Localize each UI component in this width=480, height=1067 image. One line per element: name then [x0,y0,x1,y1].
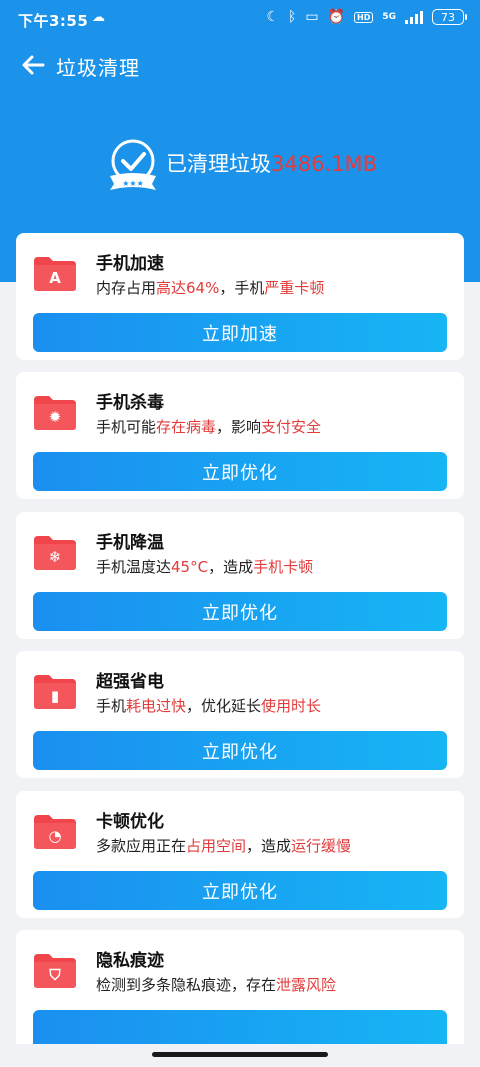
clean-summary-text: 已清理垃圾3486.1MB [166,148,377,178]
action-button[interactable]: 立即优化 [33,452,447,491]
card-title: 手机降温 [96,533,164,553]
check-badge-icon: ★★★ [106,136,160,192]
signal-icon [405,10,423,24]
action-button[interactable]: 立即加速 [33,313,447,352]
description-text: 手机可能 [96,418,157,436]
home-indicator[interactable] [152,1052,328,1057]
battery-folder-icon: ▮ [32,671,78,711]
feature-card: ❄ 手机降温手机温度达45°C，造成手机卡顿立即优化 [16,512,464,639]
card-description: 手机可能存在病毒，影响支付安全 [96,416,321,437]
description-text: ，造成 [246,837,292,855]
status-time: 下午3:55 [18,12,89,30]
svg-text:◔: ◔ [48,827,61,845]
action-button[interactable]: 立即优化 [33,871,447,910]
card-description: 手机耗电过快，优化延长使用时长 [96,695,321,716]
svg-text:❄: ❄ [49,548,62,566]
highlight-text: 占用空间 [186,837,247,855]
svg-text:▮: ▮ [51,687,59,705]
svg-text:★★★: ★★★ [122,179,144,188]
highlight-text: 耗电过快 [126,697,187,715]
highlight-text: 严重卡顿 [264,279,325,297]
feature-card: ▮ 超强省电手机耗电过快，优化延长使用时长立即优化 [16,651,464,778]
card-description: 多款应用正在占用空间，造成运行缓慢 [96,835,351,856]
snowflake-folder-icon: ❄ [32,532,78,572]
speedometer-folder-icon: ◔ [32,811,78,851]
description-text: 检测到多条隐私痕迹，存在 [96,976,277,994]
svg-text:✹: ✹ [49,408,62,426]
alarm-icon: ⏰ [327,9,345,25]
cloud-icon: ☁ [92,10,105,25]
feature-card: A 手机加速内存占用高达64%，手机严重卡顿立即加速 [16,233,464,360]
feature-card: ✹ 手机杀毒手机可能存在病毒，影响支付安全立即优化 [16,372,464,499]
highlight-text: 运行缓慢 [291,837,352,855]
battery-level: 73 [441,10,455,24]
battery-icon: 73 [432,9,467,25]
clean-summary-label: 已清理垃圾 [166,152,271,176]
card-title: 手机杀毒 [96,393,164,413]
svg-text:A: A [49,269,61,287]
card-description: 内存占用高达64%，手机严重卡顿 [96,277,324,298]
highlight-text: 使用时长 [261,697,322,715]
vibrate-icon: ▭ [305,9,319,25]
description-text: ，优化延长 [186,697,262,715]
card-title: 隐私痕迹 [96,951,164,971]
description-text: ，影响 [216,418,262,436]
highlight-text: 高达64% [156,279,220,297]
description-text: 手机 [96,697,127,715]
action-button[interactable]: 立即优化 [33,592,447,631]
highlight-text: 存在病毒 [156,418,217,436]
svg-text:⛉: ⛉ [48,966,61,984]
back-arrow-icon[interactable] [18,50,48,80]
bluetooth-icon: ᛒ [287,9,297,25]
highlight-text: 支付安全 [261,418,322,436]
highlight-text: 手机卡顿 [253,558,314,576]
hd-badge: HD [354,11,374,23]
description-text: 多款应用正在 [96,837,187,855]
highlight-text: 泄露风险 [276,976,337,994]
status-bar: 下午3:55 ☁ ☾ ᛒ ▭ ⏰ HD 5G 73 [0,0,480,38]
moon-icon: ☾ [266,9,279,25]
card-title: 手机加速 [96,254,164,274]
description-text: ，造成 [208,558,254,576]
action-button[interactable]: 立即优化 [33,731,447,770]
card-title: 卡顿优化 [96,812,164,832]
virus-folder-icon: ✹ [32,392,78,432]
shield-folder-icon: ⛉ [32,950,78,990]
description-text: 手机温度达 [96,558,172,576]
app-header: 垃圾清理 [0,42,480,88]
clean-summary: ★★★ 已清理垃圾3486.1MB [0,130,480,190]
page-title: 垃圾清理 [56,56,140,80]
feature-card: ◔ 卡顿优化多款应用正在占用空间，造成运行缓慢立即优化 [16,791,464,918]
card-title: 超强省电 [96,672,164,692]
clean-amount: 3486.1MB [271,152,378,176]
description-text: ，手机 [219,279,265,297]
card-description: 检测到多条隐私痕迹，存在泄露风险 [96,974,336,995]
card-description: 手机温度达45°C，造成手机卡顿 [96,556,313,577]
status-icons: ☾ ᛒ ▭ ⏰ HD 5G 73 [266,9,467,25]
network-type: 5G [382,11,396,22]
highlight-text: 45°C [171,558,209,576]
description-text: 内存占用 [96,279,157,297]
rocket-folder-icon: A [32,253,78,293]
